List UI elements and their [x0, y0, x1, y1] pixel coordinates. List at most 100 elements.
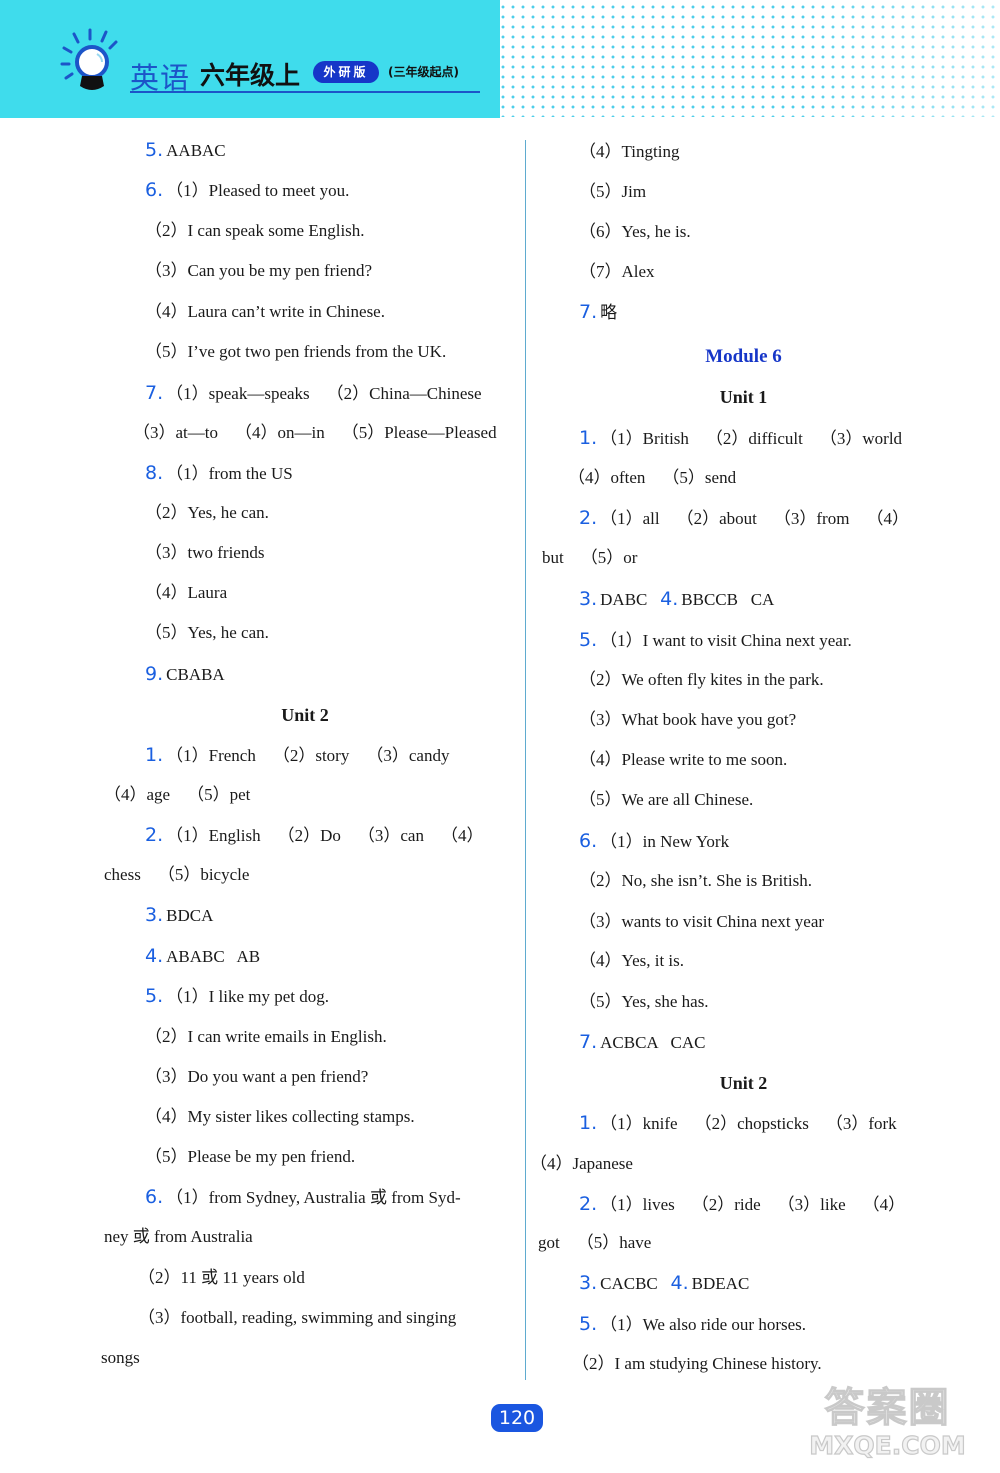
- answer-text: chess （5）bicycle: [104, 865, 250, 884]
- page-number: 120: [491, 1404, 543, 1432]
- answer-text: ACBCA CAC: [600, 1033, 706, 1052]
- answer-text: （4）My sister likes collecting stamps.: [145, 1107, 415, 1126]
- answer-text: （4）Please write to me soon.: [579, 750, 788, 769]
- answer-text: AABAC: [166, 141, 226, 160]
- answer-text: ney 或 from Australia: [104, 1227, 253, 1246]
- answer-text: （3）Can you be my pen friend?: [145, 261, 373, 280]
- watermark: 答案圈 MXQE.COM: [780, 1385, 995, 1471]
- answer-line: chess （5）bicycle: [104, 865, 249, 885]
- answer-line: 5. AABAC: [145, 140, 226, 161]
- answer-text: （1）from Sydney, Australia 或 from Syd-: [166, 1188, 461, 1207]
- question-number: 3.: [145, 904, 164, 926]
- answer-line: 8. （1）from the US: [145, 463, 293, 484]
- answer-line: but （5）or: [542, 548, 637, 568]
- answer-text: （5）I’ve got two pen friends from the UK.: [145, 342, 447, 361]
- answer-text: （2）We often fly kites in the park.: [579, 670, 824, 689]
- answer-text: but （5）or: [542, 548, 638, 567]
- answer-text: （5）Jim: [579, 182, 647, 201]
- answer-line: （2）I am studying Chinese history.: [572, 1354, 822, 1374]
- question-number: 1.: [579, 1112, 598, 1134]
- question-number: 1.: [579, 427, 598, 449]
- question-number: 4.: [670, 1272, 689, 1294]
- answer-text: （4）often （5）send: [568, 468, 737, 487]
- answer-text: （2）I can write emails in English.: [145, 1027, 387, 1046]
- answer-line: 4. ABABC AB: [145, 946, 260, 967]
- answer-line: （4）Tingting: [579, 142, 679, 162]
- answer-line: （3）wants to visit China next year: [579, 912, 824, 932]
- answer-line: （4）Laura can’t write in Chinese.: [145, 302, 385, 322]
- answer-line: （3）at—to （4）on—in （5）Please—Pleased: [133, 423, 497, 443]
- answer-line: 7. （1）speak—speaks （2）China—Chinese: [145, 383, 482, 404]
- answer-line: 3. BDCA: [145, 905, 213, 926]
- question-number: 3.: [579, 1272, 598, 1294]
- answer-line: （4）Laura: [145, 583, 227, 603]
- question-number: 8.: [145, 462, 164, 484]
- answer-text: （2）No, she isn’t. She is British.: [579, 871, 812, 890]
- column-divider: [525, 140, 526, 1380]
- question-number: 2.: [579, 1193, 598, 1215]
- answer-text: （4）Tingting: [579, 142, 680, 161]
- answer-text: （1）in New York: [600, 832, 730, 851]
- question-number: 6.: [579, 830, 598, 852]
- answer-line: 1. （1）French （2）story （3）candy: [145, 745, 449, 766]
- answer-text: （5）We are all Chinese.: [579, 790, 754, 809]
- question-number: 6.: [145, 1186, 164, 1208]
- answer-line: 6. （1）Pleased to meet you.: [145, 180, 349, 201]
- answer-text: （1）all （2）about （3）from （4）: [600, 509, 909, 528]
- answer-text: DABC: [600, 590, 648, 609]
- answer-text: （3）wants to visit China next year: [579, 912, 825, 931]
- answer-text: （1）We also ride our horses.: [600, 1315, 807, 1334]
- watermark-url: MXQE.COM: [809, 1430, 967, 1460]
- answer-line: （5）We are all Chinese.: [579, 790, 753, 810]
- edition-badge: 外研版: [313, 53, 379, 83]
- grade-title: 六年级上: [200, 61, 301, 90]
- answer-text: （1）I like my pet dog.: [166, 987, 330, 1006]
- answer-line: 2. （1）English （2）Do （3）can （4）: [145, 825, 483, 846]
- answer-text: got （5）have: [538, 1233, 652, 1252]
- answer-line: （3）What book have you got?: [579, 710, 796, 730]
- answer-line: 3. DABC 4. BBCCB CA: [579, 589, 774, 610]
- answer-text: BDEAC: [691, 1274, 750, 1293]
- answer-line: ney 或 from Australia: [104, 1227, 253, 1247]
- unit-heading: Unit 1: [719, 387, 768, 407]
- answer-text: ABABC AB: [166, 947, 261, 966]
- watermark-text: 答案圈: [824, 1385, 951, 1431]
- answer-line: got （5）have: [538, 1233, 651, 1253]
- answer-line: （3）football, reading, swimming and singi…: [138, 1308, 456, 1328]
- answer-line: （2）We often fly kites in the park.: [579, 670, 824, 690]
- answer-line: （5）Yes, he can.: [145, 623, 269, 643]
- answer-line: 6. （1）in New York: [579, 831, 729, 852]
- answer-line: （3）Do you want a pen friend?: [145, 1067, 368, 1087]
- answer-line: songs: [101, 1348, 140, 1368]
- question-number: 5.: [579, 1313, 598, 1335]
- answer-line: 6. （1）from Sydney, Australia 或 from Syd-: [145, 1187, 461, 1208]
- answer-line: （5）Please be my pen friend.: [145, 1147, 355, 1167]
- answer-text: （5）Please be my pen friend.: [145, 1147, 356, 1166]
- answer-line: 1. （1）knife （2）chopsticks （3）fork: [579, 1113, 897, 1134]
- answer-text: CACBC: [600, 1274, 658, 1293]
- answer-text: （3）Do you want a pen friend?: [145, 1067, 369, 1086]
- answer-line: 7. ACBCA CAC: [579, 1032, 705, 1053]
- answer-line: （5）Yes, she has.: [579, 992, 709, 1012]
- answer-text: （3）two friends: [145, 543, 265, 562]
- answer-line: （3）two friends: [145, 543, 264, 563]
- question-number: 3.: [579, 588, 598, 610]
- answer-line: （4）Yes, it is.: [579, 951, 684, 971]
- answer-line: （4）Please write to me soon.: [579, 750, 787, 770]
- answer-text: （2）11 或 11 years old: [138, 1268, 305, 1287]
- question-number: 5.: [145, 139, 164, 161]
- answer-text: （1）Pleased to meet you.: [166, 181, 350, 200]
- answer-line: （2）I can write emails in English.: [145, 1027, 387, 1047]
- answer-text: （1）speak—speaks （2）China—Chinese: [166, 384, 482, 403]
- start-note: (三年级起点): [388, 65, 459, 79]
- answer-text: （6）Yes, he is.: [579, 222, 691, 241]
- answer-line: 3. CACBC 4. BDEAC: [579, 1273, 749, 1294]
- answer-line: （4）age （5）pet: [104, 785, 250, 805]
- question-number: 7.: [579, 301, 598, 323]
- answer-text: 略: [600, 303, 618, 322]
- answer-text: （7）Alex: [579, 262, 655, 281]
- question-number: 5.: [579, 629, 598, 651]
- answer-line: 7. 略: [579, 302, 617, 323]
- answer-line: 5. （1）I like my pet dog.: [145, 986, 329, 1007]
- answer-text: （4）Laura can’t write in Chinese.: [145, 302, 385, 321]
